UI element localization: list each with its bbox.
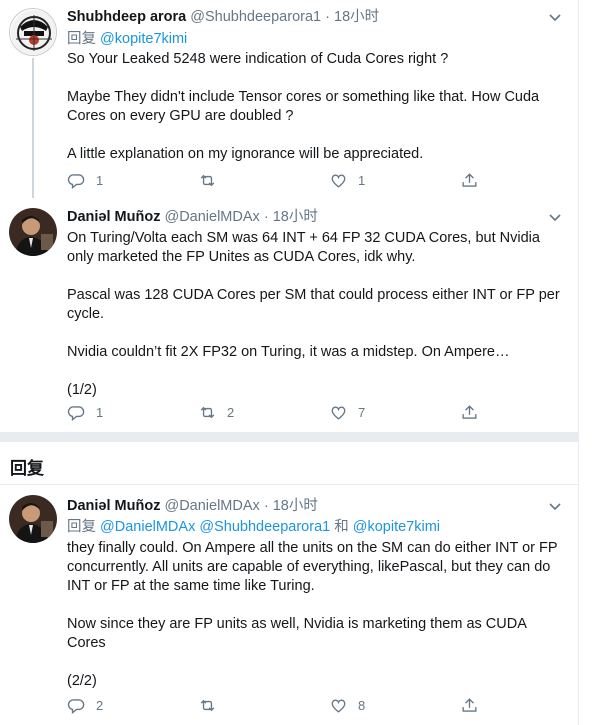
thread-line	[32, 58, 34, 198]
avatar[interactable]	[9, 208, 57, 256]
chevron-down-icon[interactable]	[548, 210, 562, 224]
like-icon	[331, 699, 346, 713]
handle[interactable]: @DanielMDAx	[164, 498, 259, 514]
reply-and: 和	[334, 519, 349, 535]
chevron-down-icon[interactable]	[548, 499, 562, 513]
tweet-text: So Your Leaked 5248 were indication of C…	[67, 51, 540, 162]
mention-link[interactable]: @Shubhdeeparora1	[199, 519, 330, 535]
retweet-icon	[200, 174, 215, 186]
dot-separator: ·	[263, 498, 269, 514]
tweet-actions: 2 8	[67, 695, 487, 715]
reply-button[interactable]: 1	[67, 170, 103, 190]
section-separator	[0, 432, 578, 442]
like-count: 1	[358, 172, 366, 188]
tweet-3[interactable]: Daniəl Muñoz @DanielMDAx · 18小时 回复 @Dani…	[0, 485, 578, 725]
like-button[interactable]: 1	[329, 170, 365, 190]
display-name[interactable]: Daniəl Muñoz	[67, 209, 160, 225]
reply-button[interactable]: 2	[67, 695, 103, 715]
tweet-text: On Turing/Volta each SM was 64 INT + 64 …	[67, 230, 560, 398]
reply-icon	[67, 173, 85, 189]
handle[interactable]: @Shubhdeeparora1	[190, 9, 321, 25]
reply-context: 回复 @DanielMDAx @Shubhdeeparora1 和 @kopit…	[67, 518, 440, 536]
retweet-count: 2	[227, 404, 235, 420]
reply-prefix: 回复	[67, 519, 96, 535]
avatar[interactable]	[9, 8, 57, 56]
column-border	[578, 0, 579, 725]
replies-section-title: 回复	[10, 459, 44, 478]
like-button[interactable]: 7	[329, 402, 365, 422]
like-count: 8	[358, 697, 366, 713]
like-icon	[331, 174, 346, 188]
mention-link[interactable]: @DanielMDAx	[100, 519, 195, 535]
avatar-image	[9, 208, 57, 256]
reply-prefix: 回复	[67, 31, 96, 47]
share-button[interactable]	[460, 402, 479, 422]
tweet-1[interactable]: Shubhdeep arora @Shubhdeeparora1 · 18小时 …	[0, 0, 578, 200]
retweet-button[interactable]: 2	[198, 402, 234, 422]
retweet-button[interactable]	[198, 695, 227, 715]
retweet-icon	[200, 699, 215, 711]
share-button[interactable]	[460, 170, 479, 190]
like-icon	[331, 406, 346, 420]
retweet-button[interactable]	[198, 170, 227, 190]
tweet-header: Shubhdeep arora @Shubhdeeparora1 · 18小时	[67, 8, 379, 26]
mention-link[interactable]: @kopite7kimi	[100, 31, 187, 47]
timeline: Shubhdeep arora @Shubhdeeparora1 · 18小时 …	[0, 0, 578, 725]
share-icon	[462, 697, 477, 712]
reply-count: 1	[96, 172, 104, 188]
timestamp[interactable]: 18小时	[273, 498, 318, 514]
dot-separator: ·	[263, 209, 269, 225]
tweet-header: Daniəl Muñoz @DanielMDAx · 18小时	[67, 497, 318, 515]
tweet-text: they finally could. On Ampere all the un…	[67, 540, 558, 689]
timestamp[interactable]: 18小时	[334, 9, 379, 25]
avatar-image	[11, 10, 56, 55]
avatar[interactable]	[9, 495, 57, 543]
tweet-2[interactable]: Daniəl Muñoz @DanielMDAx · 18小时 On Turin…	[0, 200, 578, 432]
like-button[interactable]: 8	[329, 695, 365, 715]
retweet-icon	[200, 406, 215, 418]
reply-button[interactable]: 1	[67, 402, 103, 422]
reply-icon	[67, 405, 85, 421]
timestamp[interactable]: 18小时	[273, 209, 318, 225]
dot-separator: ·	[325, 9, 330, 25]
reply-icon	[67, 698, 85, 714]
display-name[interactable]: Daniəl Muñoz	[67, 498, 160, 514]
tweet-actions: 1 2 7	[67, 402, 487, 422]
share-button[interactable]	[460, 695, 479, 715]
avatar-image	[9, 495, 57, 543]
reply-context: 回复 @kopite7kimi	[67, 30, 187, 48]
tweet-actions: 1 1	[67, 170, 487, 190]
like-count: 7	[358, 404, 366, 420]
handle[interactable]: @DanielMDAx	[164, 209, 259, 225]
mention-link[interactable]: @kopite7kimi	[353, 519, 440, 535]
share-icon	[462, 172, 477, 187]
chevron-down-icon[interactable]	[548, 10, 562, 24]
display-name[interactable]: Shubhdeep arora	[67, 9, 186, 25]
reply-count: 1	[96, 404, 104, 420]
tweet-header: Daniəl Muñoz @DanielMDAx · 18小时	[67, 208, 318, 226]
share-icon	[462, 404, 477, 419]
reply-count: 2	[96, 697, 104, 713]
